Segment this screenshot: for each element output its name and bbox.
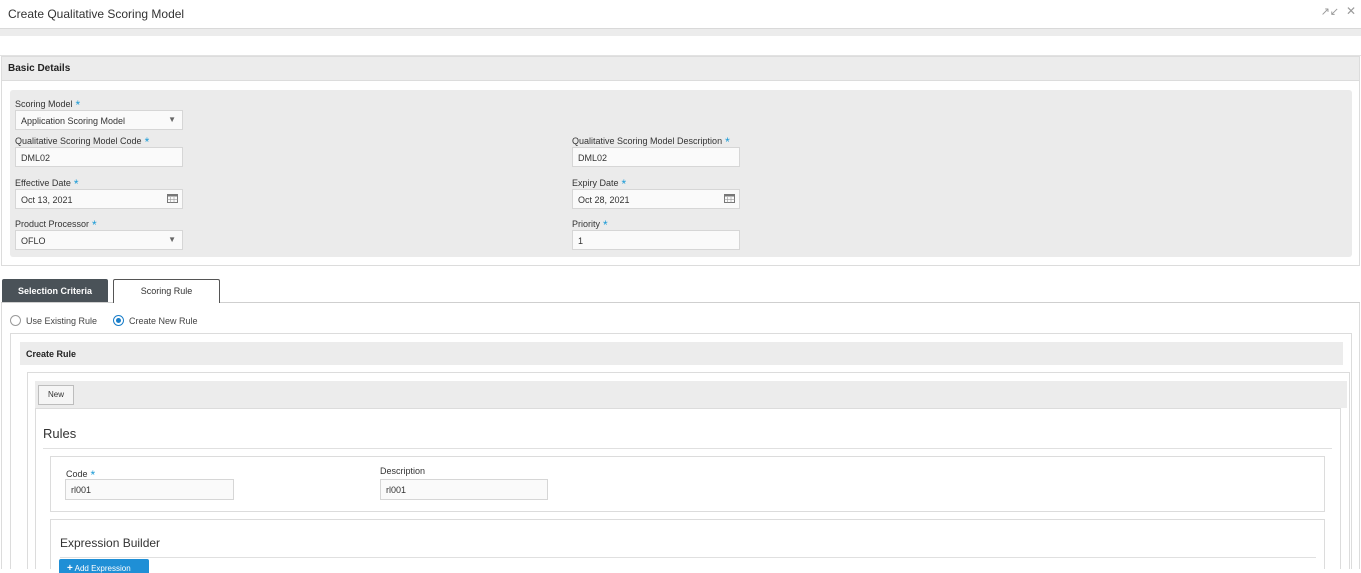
calendar-icon[interactable]: [167, 193, 178, 203]
model-description-label: Qualitative Scoring Model Description *: [572, 133, 730, 149]
rule-description-label: Description: [380, 466, 426, 476]
create-new-rule-label[interactable]: Create New Rule: [129, 316, 198, 326]
use-existing-rule-label[interactable]: Use Existing Rule: [26, 316, 97, 326]
expression-builder-title: Expression Builder: [60, 536, 161, 550]
product-processor-value: OFLO: [21, 236, 46, 246]
close-icon[interactable]: ✕: [1346, 4, 1356, 18]
priority-label-text: Priority: [572, 219, 601, 229]
effective-date-value: Oct 13, 2021: [21, 195, 73, 205]
rules-divider: [43, 448, 1332, 449]
basic-details-title: Basic Details: [8, 63, 71, 74]
rule-code-label: Code *: [66, 466, 95, 482]
rule-code-input[interactable]: rl001: [65, 479, 234, 500]
effective-date-label: Effective Date *: [15, 175, 79, 191]
model-code-label-text: Qualitative Scoring Model Code: [15, 136, 142, 146]
expression-builder-divider: [60, 557, 1316, 558]
toolbar-strip: [0, 29, 1361, 36]
create-rule-title: Create Rule: [26, 349, 77, 359]
rule-details-box: [50, 456, 1325, 512]
priority-value: 1: [578, 236, 584, 246]
model-code-value: DML02: [21, 153, 51, 163]
chevron-down-icon: ▼: [168, 115, 176, 124]
model-description-value: DML02: [578, 153, 608, 163]
rule-code-value: rl001: [71, 485, 92, 495]
rules-title: Rules: [43, 426, 77, 441]
priority-label: Priority *: [572, 216, 608, 232]
spacer: [0, 36, 1361, 56]
model-description-label-text: Qualitative Scoring Model Description: [572, 136, 723, 146]
use-existing-rule-radio[interactable]: [10, 315, 21, 326]
priority-input[interactable]: 1: [572, 230, 740, 250]
plus-icon: +: [67, 563, 73, 573]
expression-builder-box: [50, 519, 1325, 569]
expiry-date-label-text: Expiry Date: [572, 178, 619, 188]
scoring-model-value: Application Scoring Model: [21, 116, 126, 126]
rule-toolbar: [35, 381, 1347, 408]
new-rule-button[interactable]: New: [38, 385, 74, 405]
model-code-input[interactable]: DML02: [15, 147, 183, 167]
rule-code-label-text: Code: [66, 469, 88, 479]
create-rule-header[interactable]: Create Rule: [20, 342, 1343, 365]
rule-description-input[interactable]: rl001: [380, 479, 548, 500]
chevron-down-icon: ▼: [168, 235, 176, 244]
expiry-date-input[interactable]: Oct 28, 2021: [572, 189, 740, 209]
basic-details-header[interactable]: Basic Details: [1, 56, 1360, 81]
scoring-model-label-text: Scoring Model: [15, 99, 73, 109]
add-expression-button[interactable]: + Add Expression: [59, 559, 149, 573]
dialog-title: Create Qualitative Scoring Model: [8, 7, 185, 21]
scoring-model-label: Scoring Model *: [15, 96, 80, 112]
product-processor-label: Product Processor *: [15, 216, 97, 232]
expiry-date-label: Expiry Date *: [572, 175, 626, 191]
product-processor-select[interactable]: OFLO ▼: [15, 230, 183, 250]
tab-selection-criteria[interactable]: Selection Criteria: [2, 279, 108, 302]
dialog-titlebar: [0, 0, 1361, 29]
effective-date-label-text: Effective Date: [15, 178, 71, 188]
expiry-date-value: Oct 28, 2021: [578, 195, 630, 205]
create-new-rule-radio[interactable]: [113, 315, 124, 326]
scoring-model-select[interactable]: Application Scoring Model ▼: [15, 110, 183, 130]
rule-description-value: rl001: [386, 485, 407, 495]
tab-scoring-rule[interactable]: Scoring Rule: [113, 279, 220, 303]
model-description-input[interactable]: DML02: [572, 147, 740, 167]
effective-date-input[interactable]: Oct 13, 2021: [15, 189, 183, 209]
collapse-icon[interactable]: ↗↙: [1321, 5, 1339, 18]
calendar-icon[interactable]: [724, 193, 735, 203]
product-processor-label-text: Product Processor: [15, 219, 90, 229]
model-code-label: Qualitative Scoring Model Code *: [15, 133, 149, 149]
